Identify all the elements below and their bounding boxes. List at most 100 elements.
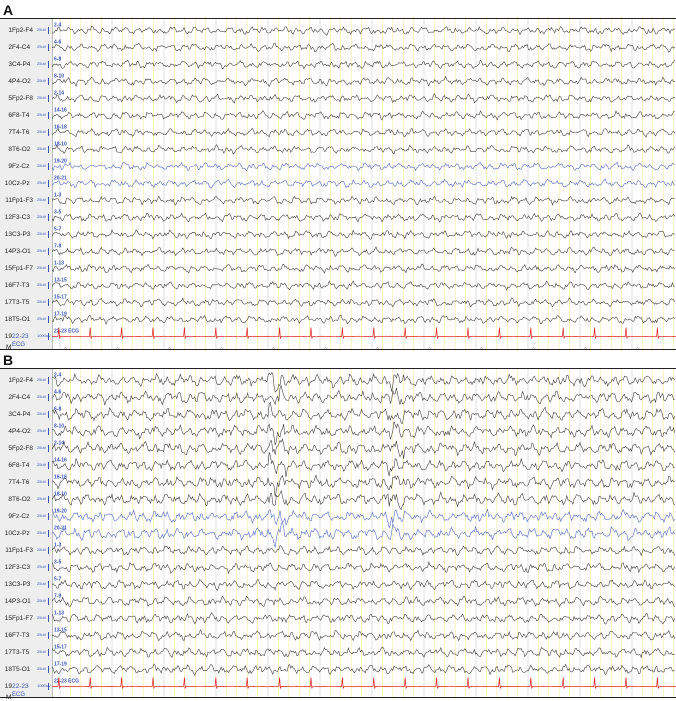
eeg-trace: [52, 42, 676, 53]
channel-gain: 25uV: [37, 43, 47, 49]
channel-number: 1: [8, 376, 12, 384]
channel-gain: 25uV: [37, 196, 47, 202]
channel-number: 19: [4, 682, 12, 690]
scale-bracket: [48, 563, 51, 571]
scale-bracket: [48, 393, 51, 401]
scale-bracket: [48, 529, 51, 537]
marker-tick: [63, 346, 68, 349]
channel-name: T4-T6: [12, 128, 30, 136]
scale-bracket: [48, 230, 51, 238]
derivation-tag: 20-21: [54, 176, 67, 182]
channel-label: 6 F8-T4 25uV: [0, 461, 52, 471]
channel-number: 15: [4, 264, 12, 272]
derivation-tag: 1-3: [54, 543, 61, 549]
scale-bracket: [48, 77, 51, 85]
channel-labels: 1 Fp2-F4 25uV 2 F4-C4 25uV 3 C4-P4 25uV 4 P4-O2 25u…: [0, 19, 53, 351]
channel-label: 19 22-23 1000uV ECG: [0, 682, 52, 698]
eeg-frame: 1 Fp2-F4 25uV 2 F4-C4 25uV 3 C4-P4 25uV 4 P4-O2 25u…: [0, 368, 676, 701]
channel-gain: 25uV: [37, 264, 47, 270]
channel-name: Cz-Pz: [12, 529, 30, 537]
channel-number: 7: [8, 128, 12, 136]
marker-tick: [635, 346, 640, 349]
channel-name: F3-C3: [12, 213, 31, 221]
panel-a: A 1 Fp2-F4 25uV 2 F4-C4 25uV 3 C4-P4 25uV 4 P4-O2 2…: [0, 0, 676, 352]
scale-bracket: [48, 111, 51, 119]
channel-label: 3 C4-P4 25uV: [0, 410, 52, 420]
channel-label: 7 T4-T6 25uV: [0, 128, 52, 138]
ecg-trace: [52, 677, 676, 689]
channel-name: T4-T6: [12, 478, 30, 486]
marker-tick: [531, 346, 536, 349]
scale-bracket: [48, 376, 51, 384]
channel-name: Fp2-F4: [12, 376, 33, 384]
channel-label: 3 C4-P4 25uV: [0, 60, 52, 70]
channel-gain: 25uV: [37, 111, 47, 117]
channel-label: 13 C3-P3 25uV: [0, 580, 52, 590]
marker-label: M: [6, 344, 12, 351]
channel-name: T6-O2: [12, 495, 31, 503]
channel-name: F3-C3: [12, 563, 31, 571]
channel-gain: 25uV: [37, 230, 47, 236]
scale-bracket: [48, 128, 51, 136]
channel-number: 5: [8, 444, 12, 452]
channel-label: 12 F3-C3 25uV: [0, 563, 52, 573]
scale-bracket: [48, 43, 51, 51]
channel-label: 10 Cz-Pz 25uV: [0, 179, 52, 189]
channel-gain: 25uV: [37, 410, 47, 416]
channel-gain: 25uV: [37, 26, 47, 32]
marker-tick: [323, 346, 328, 349]
channel-name: Cz-Pz: [12, 179, 30, 187]
eeg-trace: [52, 595, 676, 608]
channel-number: 3: [8, 410, 12, 418]
channel-number: 9: [8, 162, 12, 170]
eeg-trace: [52, 195, 675, 206]
derivation-tag: 17-19: [54, 662, 67, 668]
channel-gain: 25uV: [37, 648, 47, 654]
channel-label: 4 P4-O2 25uV: [0, 77, 52, 87]
channel-number: 17: [4, 298, 12, 306]
channel-number: 11: [5, 196, 12, 204]
scale-bracket: [48, 682, 51, 690]
eeg-trace: [52, 229, 675, 240]
channel-gain: 25uV: [37, 461, 47, 467]
channel-name: Fz-Cz: [12, 162, 30, 170]
eeg-trace: [52, 93, 675, 104]
channel-number: 12: [4, 563, 12, 571]
channel-label: 16 F7-T3 25uV: [0, 631, 52, 641]
channel-gain: 25uV: [37, 512, 47, 518]
scale-bracket: [48, 332, 51, 340]
eeg-trace: [52, 508, 676, 529]
channel-number: 13: [4, 230, 12, 238]
channel-gain: 25uV: [37, 315, 47, 321]
derivation-tag: 1-13: [54, 611, 64, 617]
eeg-trace: [52, 489, 675, 511]
channel-gain: 25uV: [37, 478, 47, 484]
channel-gain: 25uV: [37, 247, 47, 253]
scale-bracket: [48, 26, 51, 34]
derivation-tag: 5-7: [54, 227, 61, 233]
channel-gain: 25uV: [37, 179, 47, 185]
derivation-tag: 14-16: [54, 108, 67, 114]
channel-name: C4-P4: [12, 60, 31, 68]
channel-label: 17 T3-T5 25uV: [0, 298, 52, 308]
channel-name: Fp1-F3: [12, 546, 33, 554]
channel-number: 6: [8, 461, 12, 469]
channel-label: 11 Fp1-F3 25uV: [0, 546, 52, 556]
scale-bracket: [48, 281, 51, 289]
channel-number: 4: [8, 427, 12, 435]
channel-number: 2: [8, 43, 12, 51]
scale-bracket: [48, 264, 51, 272]
eeg-trace: [52, 474, 675, 497]
derivation-tag: 22-23 ECG: [54, 329, 79, 335]
derivation-tag: 15-17: [54, 295, 67, 301]
scale-bracket: [48, 648, 51, 656]
eeg-trace: [52, 75, 675, 88]
derivation-tag: 17-19: [54, 312, 67, 318]
derivation-tag: 4-6: [54, 40, 61, 46]
channel-gain: 25uV: [37, 128, 47, 134]
marker-row: [63, 346, 640, 349]
eeg-trace: [52, 560, 676, 575]
eeg-trace: [52, 663, 675, 677]
channel-gain: 25uV: [37, 597, 47, 603]
channel-number: 5: [8, 94, 12, 102]
